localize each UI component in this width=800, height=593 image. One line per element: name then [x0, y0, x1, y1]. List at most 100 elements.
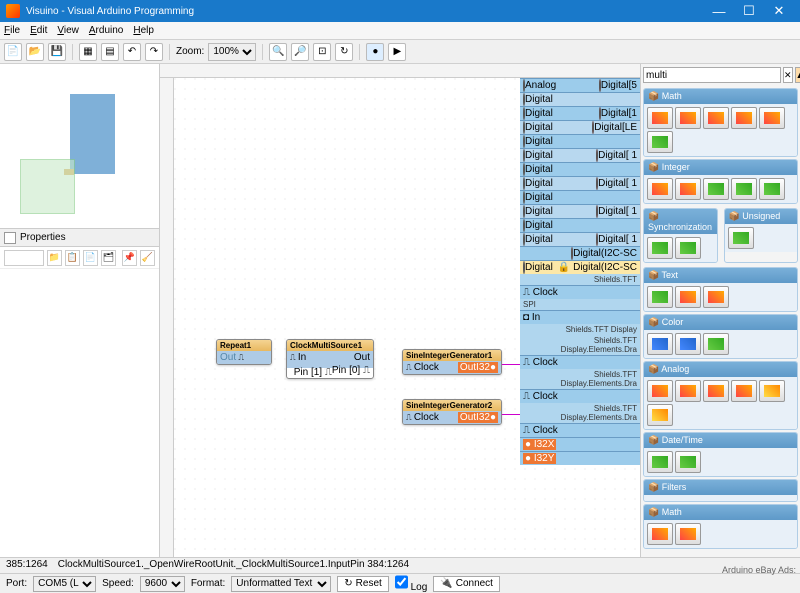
zoom-label: Zoom:	[176, 46, 204, 57]
menu-view[interactable]: View	[57, 25, 79, 36]
canvas[interactable]: Repeat1 Out ⎍ ClockMultiSource1 ⎍ In Out…	[160, 64, 640, 557]
reset-button[interactable]: ↻ Reset	[337, 576, 389, 592]
palette-group-color: 📦 Color	[643, 314, 798, 359]
window-title: Visuino - Visual Arduino Programming	[26, 6, 194, 17]
palette-group-integer: 📦 Integer	[643, 159, 798, 204]
port-select[interactable]: COM5 (L	[33, 576, 96, 592]
maximize-button[interactable]: ☐	[734, 3, 764, 19]
prop-btn1[interactable]: 📁	[47, 250, 62, 266]
palette-group-text: 📦 Text	[643, 267, 798, 312]
palette-group-math: 📦 Math	[643, 504, 798, 549]
minimize-button[interactable]: —	[704, 4, 734, 19]
palette-item[interactable]	[647, 131, 673, 153]
palette-f1-button[interactable]: ▲	[795, 67, 800, 83]
palette-item[interactable]	[675, 523, 701, 545]
ruler-horizontal	[160, 64, 640, 78]
bottombar: Port: COM5 (L Speed: 9600 Format: Unform…	[0, 573, 800, 593]
palette-item[interactable]	[759, 178, 785, 200]
palette-clear-button[interactable]: ✕	[783, 67, 793, 83]
palette-item[interactable]	[647, 286, 673, 308]
palette-item[interactable]	[703, 107, 729, 129]
node-repeat[interactable]: Repeat1 Out ⎍	[216, 339, 272, 365]
titlebar: Visuino - Visual Arduino Programming — ☐…	[0, 0, 800, 22]
palette-item[interactable]	[647, 380, 673, 402]
palette-item[interactable]	[731, 107, 757, 129]
toolbar: 📄 📂 💾 ▦ ▤ ↶ ↷ Zoom: 100% 🔍 🔎 ⊡ ↻ ● ▶	[0, 40, 800, 64]
refresh-button[interactable]: ↻	[335, 43, 353, 61]
menu-file[interactable]: File	[4, 25, 20, 36]
palette-item[interactable]	[647, 451, 673, 473]
format-select[interactable]: Unformatted Text	[231, 576, 331, 592]
prop-pin-button[interactable]: 📌	[122, 250, 137, 266]
arduino-board[interactable]: Analog Digital[5 Digital Digital Digital…	[520, 78, 640, 465]
palette-group-math: 📦 Math	[643, 88, 798, 157]
palette-item[interactable]	[703, 286, 729, 308]
palette-item[interactable]	[675, 237, 701, 259]
palette-panel: ✕ ▲ ● ◆ ▼ 📦 Math📦 Integer📦 Synchronizati…	[640, 64, 800, 557]
redo-button[interactable]: ↷	[145, 43, 163, 61]
speed-select[interactable]: 9600	[140, 576, 185, 592]
palette-item[interactable]	[675, 178, 701, 200]
status-path: ClockMultiSource1._OpenWireRootUnit._Clo…	[58, 559, 409, 572]
palette-item[interactable]	[647, 107, 673, 129]
statusbar: 385:1264 ClockMultiSource1._OpenWireRoot…	[0, 557, 800, 573]
palette-group-date/time: 📦 Date/Time	[643, 432, 798, 477]
run-button[interactable]: ●	[366, 43, 384, 61]
zoom-select[interactable]: 100%	[208, 43, 256, 61]
palette-item[interactable]	[675, 380, 701, 402]
palette-item[interactable]	[731, 380, 757, 402]
palette-group-analog: 📦 Analog	[643, 361, 798, 430]
palette-item[interactable]	[647, 523, 673, 545]
menu-help[interactable]: Help	[133, 25, 154, 36]
palette-group-synchronization: 📦 Synchronization	[643, 208, 718, 263]
port-label: Port:	[6, 578, 27, 589]
palette-item[interactable]	[759, 380, 785, 402]
undo-button[interactable]: ↶	[123, 43, 141, 61]
menu-arduino[interactable]: Arduino	[89, 25, 123, 36]
palette-item[interactable]	[703, 333, 729, 355]
speed-label: Speed:	[102, 578, 134, 589]
connect-button[interactable]: 🔌 Connect	[433, 576, 500, 592]
zoomout-button[interactable]: 🔎	[291, 43, 309, 61]
grid2-button[interactable]: ▤	[101, 43, 119, 61]
palette-item[interactable]	[759, 107, 785, 129]
zoomin-button[interactable]: 🔍	[269, 43, 287, 61]
palette-item[interactable]	[647, 404, 673, 426]
node-sine1[interactable]: SineIntegerGenerator1 ⎍ Clock OutI32●	[402, 349, 502, 375]
palette-item[interactable]	[728, 227, 754, 249]
palette-item[interactable]	[647, 333, 673, 355]
save-button[interactable]: 💾	[48, 43, 66, 61]
palette-item[interactable]	[675, 107, 701, 129]
grid-button[interactable]: ▦	[79, 43, 97, 61]
upload-button[interactable]: ▶	[388, 43, 406, 61]
palette-item[interactable]	[731, 178, 757, 200]
overview-panel[interactable]	[0, 64, 159, 229]
palette-item[interactable]	[703, 178, 729, 200]
menubar: File Edit View Arduino Help	[0, 22, 800, 40]
properties-title: Properties	[20, 232, 66, 243]
prop-search-input[interactable]	[4, 250, 44, 266]
prop-btn4[interactable]: 🗂	[101, 250, 116, 266]
ads-label: Arduino eBay Ads:	[722, 565, 796, 575]
prop-clear-button[interactable]: 🧹	[140, 250, 155, 266]
properties-icon	[4, 232, 16, 244]
prop-btn3[interactable]: 📄	[83, 250, 98, 266]
format-label: Format:	[191, 578, 225, 589]
palette-item[interactable]	[675, 333, 701, 355]
close-button[interactable]: ✕	[764, 3, 794, 19]
menu-edit[interactable]: Edit	[30, 25, 47, 36]
palette-search-input[interactable]	[643, 67, 781, 83]
palette-group-filters: 📦 Filters	[643, 479, 798, 502]
prop-btn2[interactable]: 📋	[65, 250, 80, 266]
open-button[interactable]: 📂	[26, 43, 44, 61]
palette-item[interactable]	[675, 286, 701, 308]
new-button[interactable]: 📄	[4, 43, 22, 61]
node-sine2[interactable]: SineIntegerGenerator2 ⎍ Clock OutI32●	[402, 399, 502, 425]
zoomfit-button[interactable]: ⊡	[313, 43, 331, 61]
palette-item[interactable]	[675, 451, 701, 473]
properties-header: Properties	[0, 229, 159, 247]
palette-item[interactable]	[647, 237, 673, 259]
palette-item[interactable]	[703, 380, 729, 402]
node-clockmulti[interactable]: ClockMultiSource1 ⎍ In Out Pin [0] ⎍ Pin…	[286, 339, 374, 379]
palette-item[interactable]	[647, 178, 673, 200]
